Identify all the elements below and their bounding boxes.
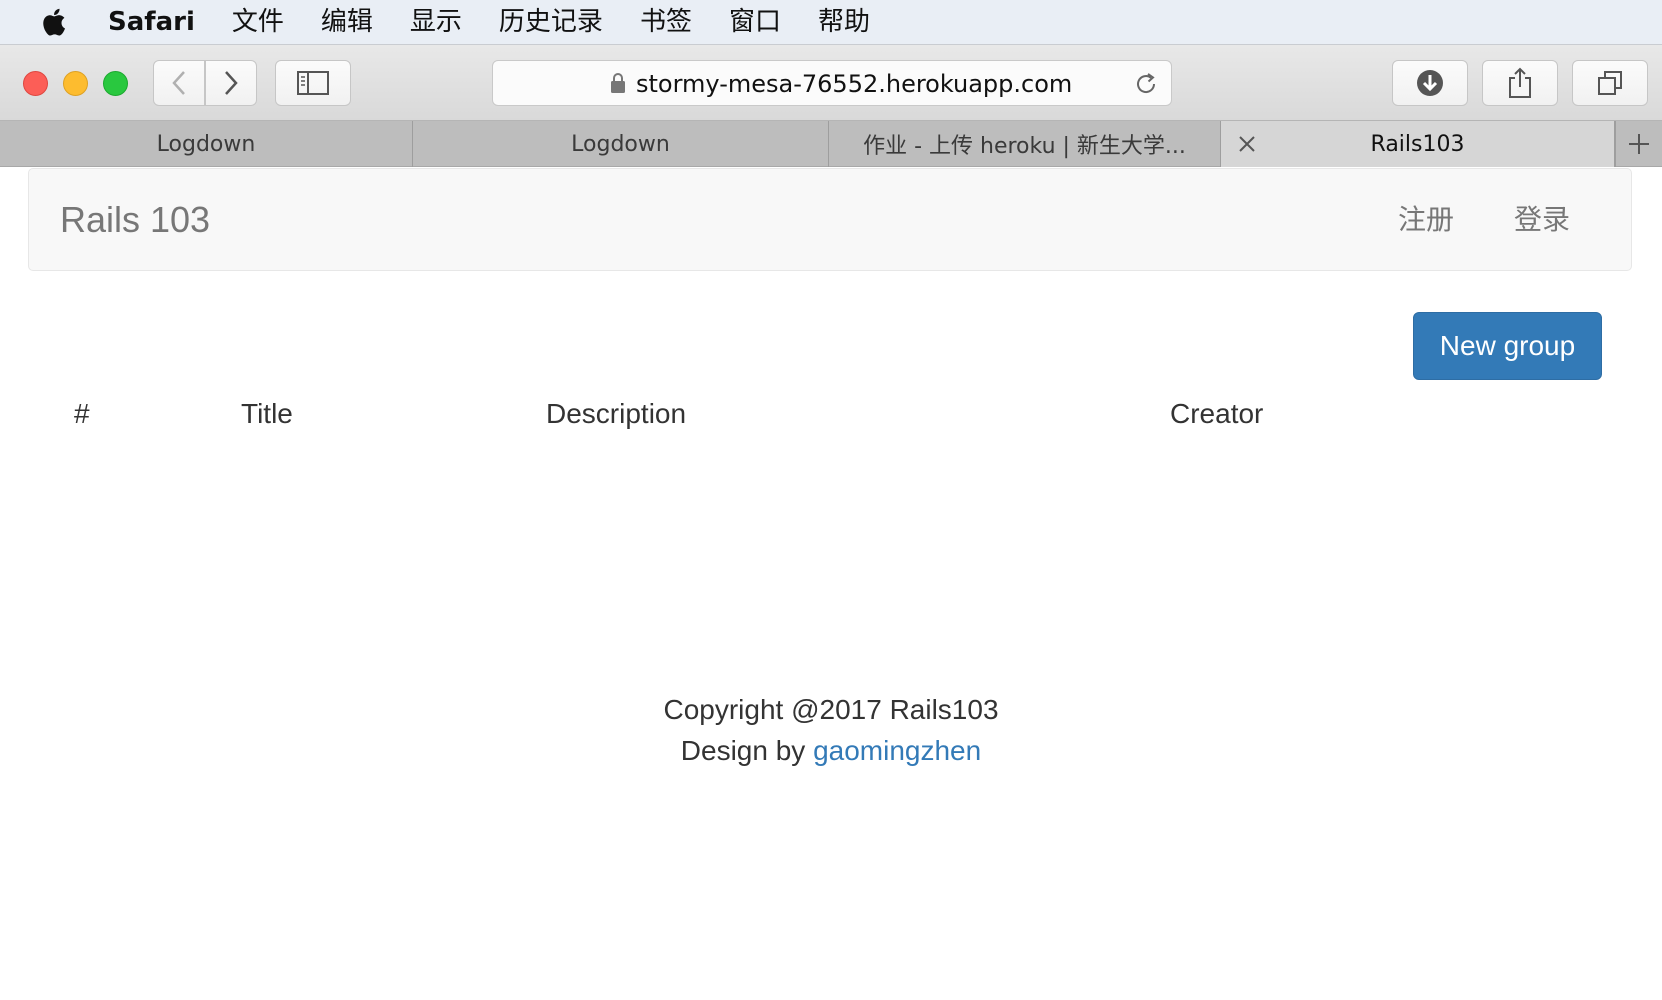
sidebar-icon — [297, 71, 329, 95]
downloads-button[interactable] — [1392, 60, 1468, 106]
sidebar-toggle-button[interactable] — [275, 60, 351, 106]
new-tab-button[interactable] — [1615, 121, 1661, 167]
menu-safari[interactable]: Safari — [108, 0, 195, 45]
login-link[interactable]: 登录 — [1514, 169, 1570, 270]
tab-label: Logdown — [571, 131, 670, 157]
minimize-window-button[interactable] — [63, 71, 88, 96]
lock-icon — [611, 73, 625, 93]
table-header-title: Title — [241, 398, 293, 429]
site-brand[interactable]: Rails 103 — [60, 169, 210, 270]
tab-bar: Logdown Logdown 作业 - 上传 heroku | 新生大学...… — [0, 121, 1662, 167]
menu-bookmarks[interactable]: 书签 — [640, 0, 692, 45]
menu-view[interactable]: 显示 — [410, 0, 462, 45]
tab-overview-button[interactable] — [1572, 60, 1648, 106]
address-bar[interactable]: stormy-mesa-76552.herokuapp.com — [492, 60, 1172, 106]
new-group-button[interactable]: New group — [1413, 312, 1602, 380]
forward-button[interactable] — [205, 60, 257, 106]
share-icon — [1509, 67, 1531, 98]
tab-logdown-2[interactable]: Logdown — [413, 121, 829, 167]
download-icon — [1417, 70, 1443, 96]
chevron-right-icon — [225, 71, 238, 95]
close-window-button[interactable] — [23, 71, 48, 96]
tab-label: Rails103 — [1370, 131, 1465, 157]
menu-history[interactable]: 历史记录 — [499, 0, 603, 45]
menu-file[interactable]: 文件 — [232, 0, 284, 45]
tab-rails103[interactable]: Rails103 — [1221, 121, 1615, 167]
back-button[interactable] — [153, 60, 205, 106]
tab-label: Logdown — [156, 131, 256, 157]
tab-label: 作业 - 上传 heroku | 新生大学... — [863, 134, 1186, 159]
site-navbar: Rails 103 注册 登录 — [28, 168, 1632, 271]
signup-link[interactable]: 注册 — [1398, 169, 1454, 270]
menu-edit[interactable]: 编辑 — [321, 0, 373, 45]
menu-help[interactable]: 帮助 — [818, 0, 870, 45]
browser-toolbar: stormy-mesa-76552.herokuapp.com — [0, 45, 1662, 121]
table-header-description: Description — [546, 398, 687, 429]
footer-copyright: Copyright @2017 Rails103 — [663, 694, 999, 725]
chevron-left-icon — [172, 71, 185, 95]
url-text: stormy-mesa-76552.herokuapp.com — [636, 70, 1073, 98]
table-header-number: # — [74, 398, 90, 429]
author-link[interactable]: gaomingzhen — [813, 735, 981, 766]
share-button[interactable] — [1482, 60, 1558, 106]
apple-icon[interactable] — [38, 6, 68, 38]
table-header-creator: Creator — [1170, 398, 1264, 429]
design-prefix: Design by — [680, 735, 814, 766]
menu-bar: Safari 文件 编辑 显示 历史记录 书签 窗口 帮助 — [0, 0, 1662, 45]
tabs-icon — [1598, 71, 1622, 95]
plus-icon — [1628, 134, 1649, 154]
tab-homework[interactable]: 作业 - 上传 heroku | 新生大学... — [829, 121, 1221, 167]
close-icon[interactable] — [1235, 132, 1259, 156]
reload-icon[interactable] — [1133, 71, 1159, 97]
tab-logdown-1[interactable]: Logdown — [0, 121, 413, 167]
menu-window[interactable]: 窗口 — [729, 0, 781, 45]
footer-design-credit: Design by gaomingzhen — [0, 735, 1662, 767]
zoom-window-button[interactable] — [103, 71, 128, 96]
